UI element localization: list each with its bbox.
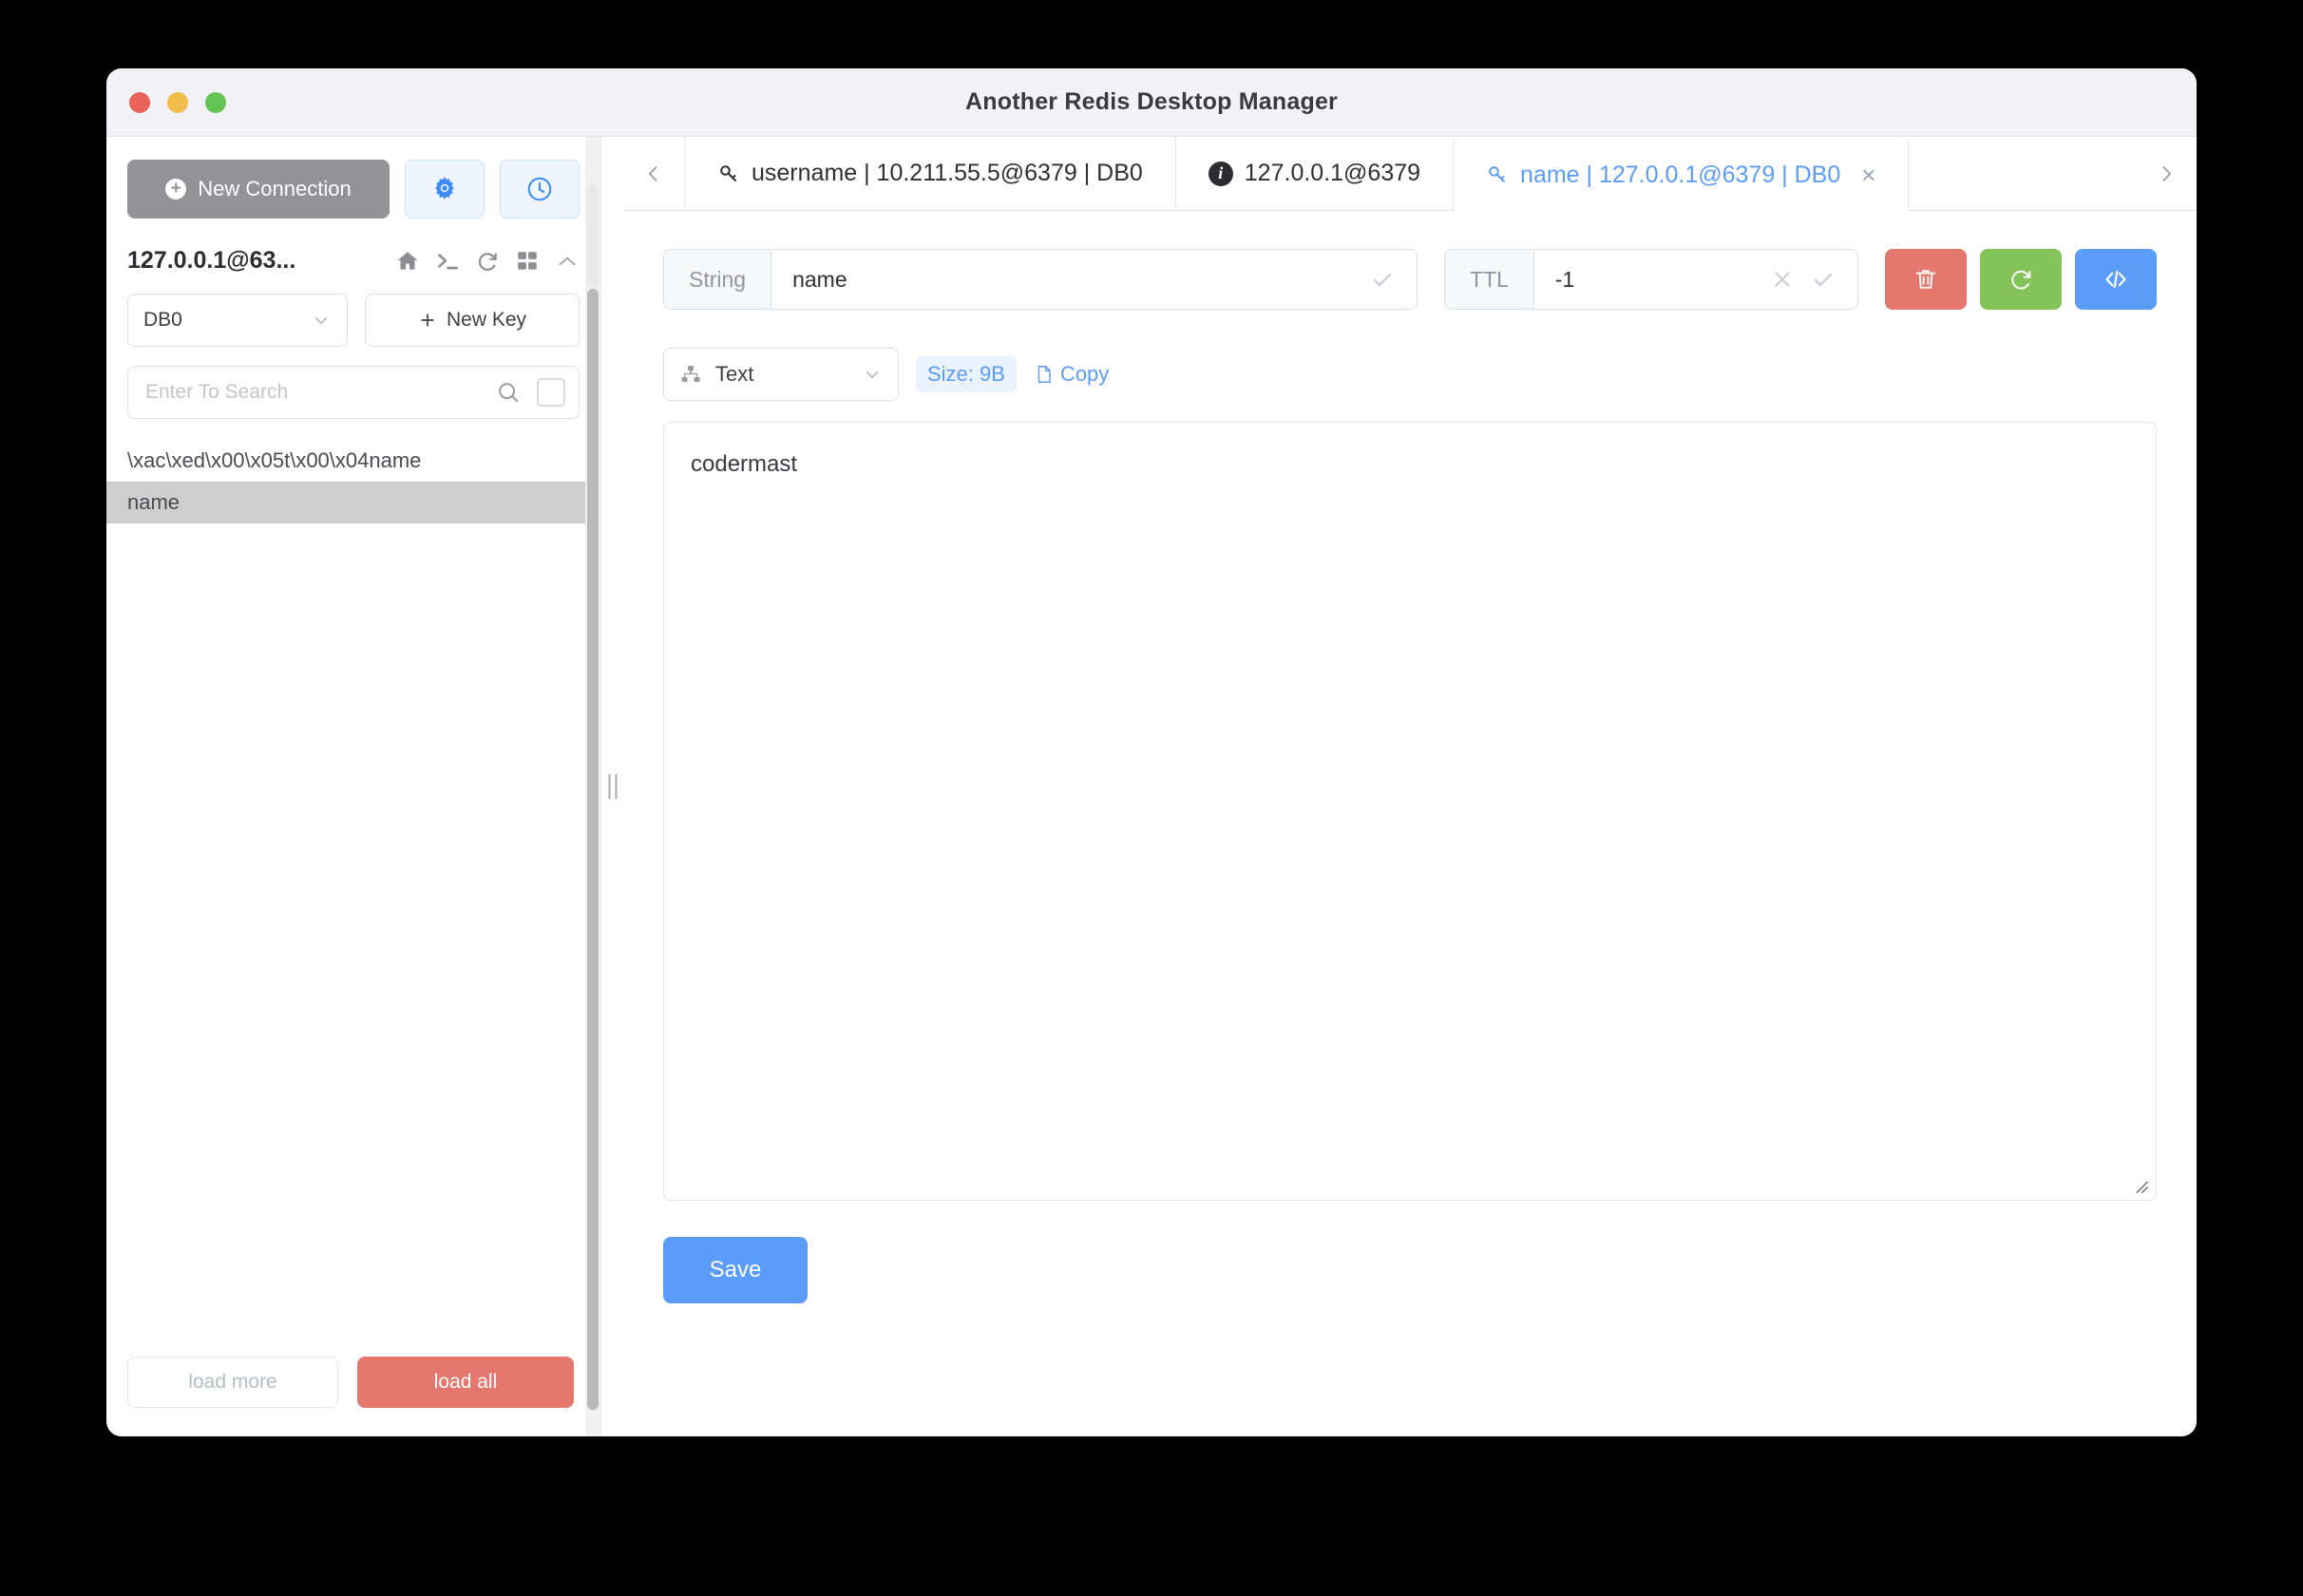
connection-header[interactable]: 127.0.0.1@63...	[106, 234, 600, 284]
home-icon[interactable]	[395, 249, 420, 274]
tabs: username | 10.211.55.5@6379 | DB0 i 127.…	[684, 137, 2136, 211]
settings-button[interactable]	[405, 160, 485, 218]
sidebar: + New Connection 127.0.0.1@63... DB0 New…	[106, 137, 600, 1436]
key-name-input[interactable]	[771, 250, 1369, 309]
collapse-chevron-icon[interactable]	[555, 249, 580, 274]
ttl-input[interactable]	[1533, 250, 1770, 309]
code-icon	[2105, 270, 2126, 289]
search-icon[interactable]	[495, 379, 522, 406]
panel-splitter[interactable]	[600, 137, 623, 1436]
sidebar-scrollbar-thumb[interactable]	[587, 289, 599, 1410]
key-type-label: String	[664, 250, 772, 309]
clear-x-icon[interactable]	[1770, 267, 1795, 292]
chevron-left-icon	[648, 165, 657, 181]
new-connection-label: New Connection	[198, 177, 352, 200]
list-item[interactable]: \xac\xed\x00\x05t\x00\x04name	[106, 440, 600, 482]
db-row: DB0 New Key	[106, 284, 600, 347]
trash-icon	[1915, 270, 1936, 289]
list-item[interactable]: name	[106, 482, 600, 523]
load-more-button[interactable]: load more	[127, 1357, 338, 1408]
load-all-button[interactable]: load all	[357, 1357, 574, 1408]
key-list[interactable]: \xac\xed\x00\x05t\x00\x04name name	[106, 440, 600, 1357]
sidebar-scrollbar-top-segment	[587, 184, 599, 289]
search-input[interactable]	[145, 381, 495, 404]
confirm-check-icon[interactable]	[1369, 266, 1396, 293]
tab-username-10-211-55-5[interactable]: username | 10.211.55.5@6379 | DB0	[684, 137, 1175, 210]
tab-label: username | 10.211.55.5@6379 | DB0	[752, 160, 1143, 186]
key-header-row: String TTL	[663, 249, 2157, 310]
db-select[interactable]: DB0	[127, 294, 348, 347]
history-button[interactable]	[500, 160, 580, 218]
settings-gear-icon	[435, 177, 454, 200]
traffic-lights	[129, 91, 226, 113]
tab-name-127-0-0-1-6379-db0[interactable]: name | 127.0.0.1@6379 | DB0 ×	[1453, 137, 1910, 211]
tabs-scroll-prev-button[interactable]	[623, 137, 684, 210]
document-copy-icon	[1037, 366, 1051, 383]
tab-bar: username | 10.211.55.5@6379 | DB0 i 127.…	[623, 137, 2197, 211]
refresh-icon[interactable]	[475, 249, 500, 274]
close-window-button[interactable]	[129, 91, 150, 113]
chevron-right-icon	[2162, 165, 2172, 181]
view-format-select[interactable]: Text	[663, 348, 899, 401]
sidebar-scrollbar[interactable]	[585, 137, 600, 1436]
hierarchy-icon	[681, 366, 700, 382]
chevron-down-icon	[314, 316, 328, 325]
connection-actions	[395, 249, 580, 274]
key-label: \xac\xed\x00\x05t\x00\x04name	[127, 448, 422, 472]
history-clock-icon	[527, 177, 552, 201]
editor-content: String TTL	[623, 211, 2197, 1436]
ttl-field-actions	[1770, 250, 1857, 309]
format-toolbar: Text Size: 9B Copy	[663, 348, 2157, 401]
main-panel: username | 10.211.55.5@6379 | DB0 i 127.…	[623, 137, 2197, 1436]
app-window: Another Redis Desktop Manager + New Conn…	[106, 68, 2197, 1436]
tab-label: name | 127.0.0.1@6379 | DB0	[1520, 161, 1841, 188]
confirm-check-icon[interactable]	[1810, 266, 1837, 293]
window-title: Another Redis Desktop Manager	[965, 88, 1338, 115]
search-exact-checkbox[interactable]	[537, 378, 565, 407]
key-name-field-actions	[1369, 250, 1417, 309]
new-key-button[interactable]: New Key	[365, 294, 580, 347]
plus-icon	[421, 314, 434, 327]
db-select-value: DB0	[143, 309, 182, 331]
key-action-buttons	[1885, 249, 2157, 310]
copy-label: Copy	[1059, 362, 1110, 386]
app-body: + New Connection 127.0.0.1@63... DB0 New…	[106, 137, 2197, 1436]
value-editor	[663, 422, 2157, 1201]
ttl-label: TTL	[1445, 250, 1534, 309]
key-label: name	[127, 490, 181, 514]
copy-value-button[interactable]: Copy	[1034, 362, 1109, 387]
tabs-scroll-next-button[interactable]	[2136, 137, 2197, 210]
view-format-value: Text	[715, 362, 754, 386]
chevron-down-icon	[866, 370, 879, 379]
key-name-field-group: String	[663, 249, 1418, 310]
maximize-window-button[interactable]	[205, 91, 226, 113]
key-icon	[1489, 166, 1506, 182]
minimize-window-button[interactable]	[167, 91, 188, 113]
sidebar-footer: load more load all	[106, 1357, 600, 1436]
console-icon[interactable]	[435, 249, 460, 274]
tab-127-0-0-1-6379[interactable]: i 127.0.0.1@6379	[1174, 137, 1454, 210]
value-textarea[interactable]	[664, 423, 2156, 1200]
splitter-grip-icon	[608, 774, 617, 799]
save-button[interactable]: Save	[663, 1237, 808, 1303]
window-titlebar: Another Redis Desktop Manager	[106, 68, 2197, 137]
connection-toolbar: + New Connection	[106, 137, 600, 234]
key-search-box	[127, 366, 580, 419]
new-key-label: New Key	[446, 309, 527, 331]
ttl-field-group: TTL	[1444, 249, 1858, 310]
value-size-badge: Size: 9B	[916, 356, 1017, 392]
tab-close-icon[interactable]: ×	[1861, 161, 1875, 190]
info-icon: i	[1208, 161, 1233, 186]
refresh-key-button[interactable]	[1980, 249, 2062, 310]
refresh-icon	[2011, 270, 2031, 290]
connection-name: 127.0.0.1@63...	[127, 247, 296, 274]
delete-key-button[interactable]	[1885, 249, 1967, 310]
grid-icon[interactable]	[515, 249, 540, 274]
tab-label: 127.0.0.1@6379	[1244, 160, 1421, 186]
open-console-button[interactable]	[2075, 249, 2157, 310]
new-connection-button[interactable]: + New Connection	[127, 160, 390, 218]
key-icon	[720, 164, 736, 181]
plus-icon: +	[165, 179, 187, 200]
